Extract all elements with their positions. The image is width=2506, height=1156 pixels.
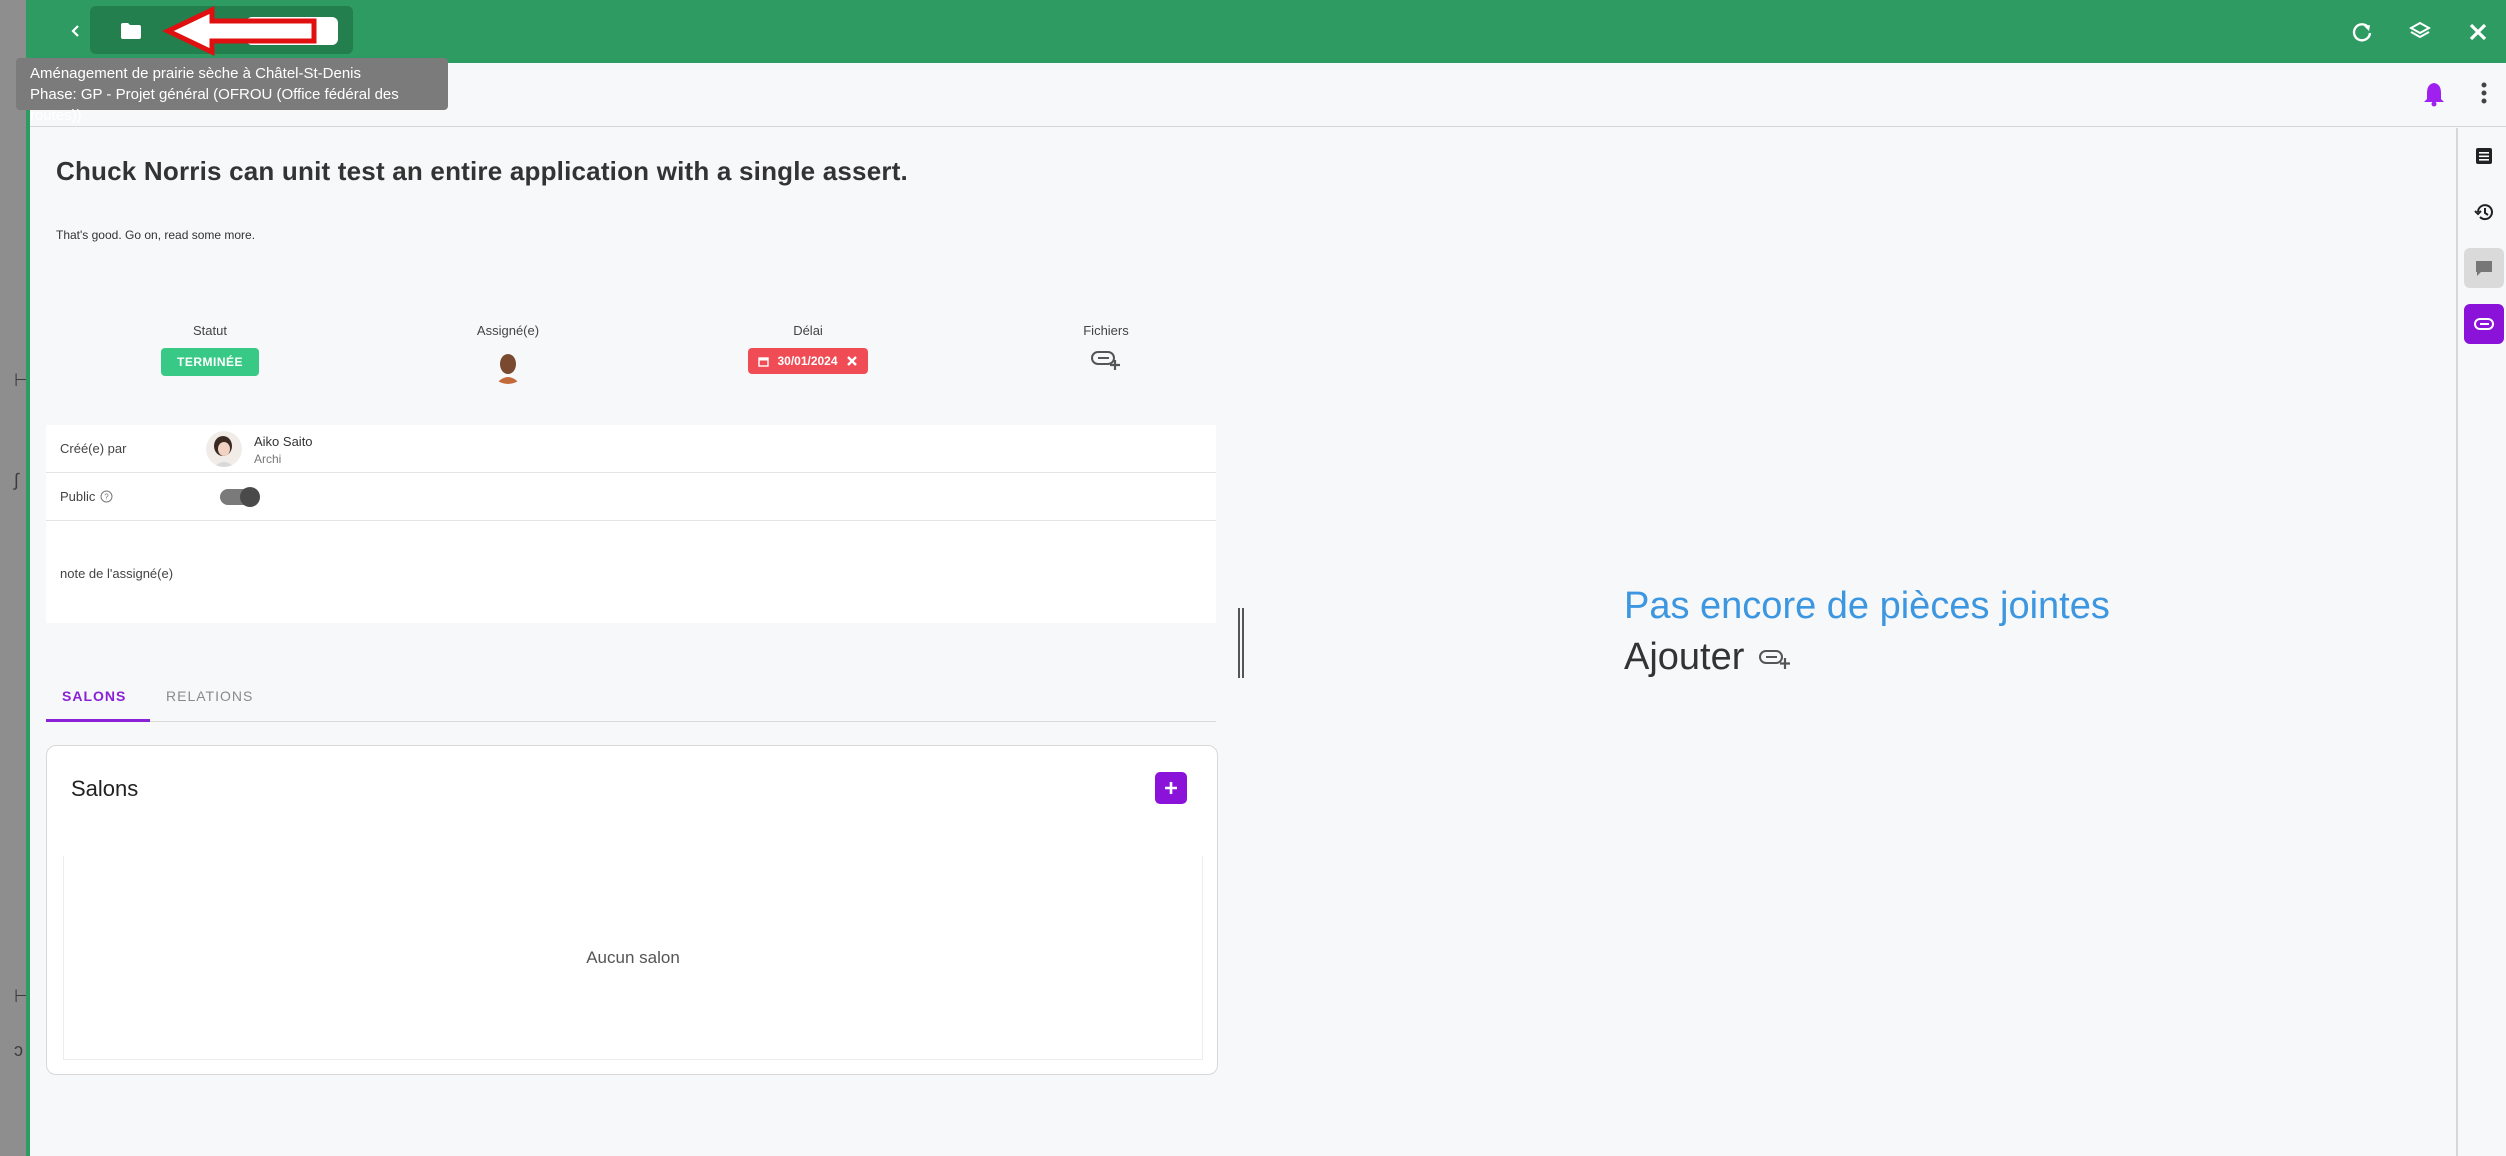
creator-avatar[interactable] [206, 431, 242, 467]
add-salon-button[interactable] [1155, 772, 1187, 804]
annotation-arrow-icon [162, 6, 317, 56]
kebab-icon [2481, 82, 2487, 104]
sidebar-chat-button[interactable] [2464, 248, 2504, 288]
project-tooltip: Aménagement de prairie sèche à Châtel-St… [16, 58, 448, 124]
right-sidebar [2456, 128, 2506, 1156]
salons-card: Salons Aucun salon [46, 745, 1218, 1075]
modal-header: TÂCHE [30, 0, 2506, 63]
folder-icon [121, 23, 141, 39]
public-row: Public ? [46, 473, 1216, 521]
clear-deadline-icon[interactable] [846, 355, 858, 367]
chat-icon [2476, 261, 2492, 276]
task-modal: TÂCHE Aménagement de prairie sèche à Châ… [16, 0, 2506, 1156]
layers-icon [2409, 21, 2431, 39]
header-actions [2344, 14, 2496, 50]
project-folder-button[interactable] [114, 16, 148, 46]
created-by-row: Créé(e) par Aiko Saito Archi [46, 425, 1216, 473]
task-fields: Statut TERMINÉE Assigné(e) Délai 30/01/2… [110, 323, 1230, 393]
calendar-icon [758, 356, 770, 367]
attachment-icon [2474, 318, 2494, 330]
add-attachment-label: Ajouter [1624, 636, 1745, 678]
refresh-icon [2352, 23, 2372, 42]
status-field: Statut TERMINÉE [110, 323, 310, 376]
creator-role: Archi [254, 452, 282, 466]
help-icon[interactable]: ? [100, 490, 113, 503]
panel-resize-handle[interactable] [1238, 608, 1244, 678]
deadline-value: 30/01/2024 [777, 354, 838, 368]
plus-icon [1165, 782, 1177, 794]
deadline-badge[interactable]: 30/01/2024 [748, 348, 868, 374]
creator-name: Aiko Saito [254, 434, 313, 449]
back-icon [71, 25, 79, 37]
public-label: Public [60, 489, 96, 504]
task-description[interactable]: That's good. Go on, read some more. [56, 228, 255, 242]
sidebar-attachments-button[interactable] [2464, 304, 2504, 344]
sidebar-details-button[interactable] [2464, 136, 2504, 176]
no-attachments-message: Pas encore de pièces jointes [1624, 585, 2110, 627]
tooltip-project-name: Aménagement de prairie sèche à Châtel-St… [30, 65, 362, 82]
files-label: Fichiers [1083, 323, 1129, 338]
public-toggle[interactable] [220, 487, 260, 507]
public-label-wrap: Public ? [60, 489, 113, 504]
list-icon [2476, 148, 2492, 164]
deadline-field: Délai 30/01/2024 [708, 323, 908, 374]
tab-relations[interactable]: RELATIONS [166, 688, 253, 704]
deadline-label: Délai [793, 323, 823, 338]
assignee-note-label: note de l'assigné(e) [60, 566, 174, 581]
status-label: Statut [193, 323, 227, 338]
add-attachment-icon [1759, 649, 1791, 669]
assignee-note-row[interactable]: note de l'assigné(e) [46, 521, 1216, 623]
more-options-button[interactable] [2480, 81, 2488, 110]
close-icon [2469, 23, 2487, 41]
files-field: Fichiers [1006, 323, 1206, 377]
assignee-avatar[interactable] [490, 348, 526, 384]
task-title[interactable]: Chuck Norris can unit test an entire app… [56, 156, 908, 187]
add-attachment-button[interactable]: Ajouter [1624, 636, 1792, 679]
bell-icon [2424, 83, 2444, 107]
refresh-button[interactable] [2344, 14, 2380, 50]
assignee-field: Assigné(e) [408, 323, 608, 389]
status-badge[interactable]: TERMINÉE [160, 348, 259, 376]
background-page-strip: ⊢ ∫ ⊢ ↄ [0, 0, 30, 1156]
toggle-knob [240, 487, 260, 507]
assignee-label: Assigné(e) [476, 323, 540, 338]
notifications-button[interactable] [2422, 81, 2446, 112]
layers-button[interactable] [2402, 14, 2438, 50]
add-attachment-icon [1091, 351, 1120, 370]
tab-salons[interactable]: SALONS [62, 688, 126, 704]
tooltip-phase: Phase: GP - Projet général (OFROU (Offic… [30, 86, 399, 124]
tab-bar: SALONS RELATIONS [46, 670, 1216, 722]
task-info-box: Créé(e) par Aiko Saito Archi Public ? no… [46, 425, 1216, 623]
active-tab-indicator [46, 719, 150, 722]
created-by-label: Créé(e) par [60, 441, 127, 456]
sidebar-history-button[interactable] [2464, 192, 2504, 232]
close-button[interactable] [2460, 14, 2496, 50]
history-icon [2474, 204, 2493, 221]
add-file-button[interactable] [1090, 351, 1122, 376]
salons-empty-state: Aucun salon [63, 856, 1203, 1060]
salons-title: Salons [71, 776, 139, 801]
svg-text:?: ? [105, 493, 110, 502]
